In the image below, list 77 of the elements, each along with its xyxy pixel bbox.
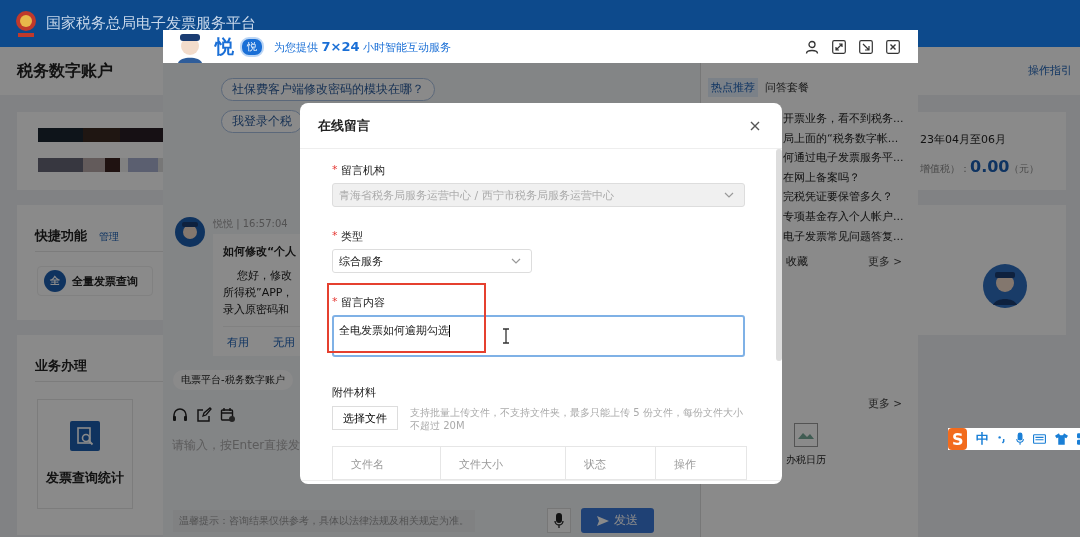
shortcut-button[interactable]: 全 全量发票查询 (37, 266, 153, 296)
tool-label[interactable]: 办税日历 (786, 453, 826, 468)
choose-file-button[interactable]: 选择文件 (332, 406, 398, 430)
panel-tab[interactable]: 热点推荐 (708, 78, 758, 97)
keyboard-icon[interactable] (1032, 433, 1046, 445)
tax-label: 增值税）： (920, 162, 970, 176)
field-label: 留言内容 (340, 295, 385, 310)
required-mark: * (332, 163, 338, 178)
required-mark: * (332, 229, 338, 244)
close-icon[interactable] (886, 39, 900, 54)
user-icon[interactable] (805, 39, 819, 54)
question-link[interactable]: 开票业务，看不到税务... (783, 109, 918, 129)
business-tile[interactable]: 发票查询统计 (37, 399, 133, 509)
question-link[interactable]: 在网上备案吗？ (783, 167, 918, 188)
question-link[interactable]: 完税凭证要保管多久？ (783, 187, 918, 207)
more-link[interactable]: 更多 > (867, 254, 902, 269)
suggestion-chip[interactable]: 社保费客户端修改密码的模块在哪？ (221, 78, 435, 101)
text-cursor-icon (502, 328, 510, 344)
punctuation-icon[interactable] (998, 433, 1007, 445)
panel-tab[interactable]: 问答套餐 (762, 78, 812, 97)
question-link[interactable]: 局上面的“税务数字帐... (783, 128, 918, 149)
shirt-icon[interactable] (1054, 432, 1068, 446)
field-label: 类型 (340, 229, 363, 244)
manage-link[interactable]: 管理 (99, 230, 119, 244)
section-title: 业务办理 (35, 357, 87, 375)
headset-icon[interactable] (172, 407, 188, 423)
microphone-icon[interactable] (1015, 431, 1024, 447)
assistant-avatar-icon[interactable] (982, 263, 1028, 309)
section-title: 快捷功能 (35, 227, 87, 245)
column-header: 状态 (565, 447, 655, 479)
guide-link[interactable]: 操作指引 (1028, 63, 1072, 78)
expand-icon[interactable] (832, 39, 846, 54)
required-mark: * (332, 295, 338, 310)
brand-name: 悦 (215, 33, 234, 59)
platform-title: 国家税务总局电子发票服务平台 (46, 14, 256, 33)
question-link[interactable]: 何通过电子发票服务平... (783, 148, 918, 168)
microphone-icon (554, 512, 564, 529)
chevron-down-icon (511, 258, 521, 264)
period-text: 23年04月至06月 (920, 132, 1007, 147)
field-label: 留言机构 (340, 163, 385, 178)
unit-text: （元） (1009, 162, 1040, 176)
microphone-button[interactable] (547, 508, 571, 533)
close-icon[interactable] (750, 120, 760, 131)
service-tagline: 为您提供 7×24 小时智能互动服务 (274, 38, 452, 55)
brand-badge: 悦 (240, 36, 264, 57)
search-document-icon (70, 421, 100, 451)
field-label: 附件材料 (332, 385, 376, 400)
ime-logo: S (948, 428, 968, 450)
column-header: 文件名 (350, 457, 385, 473)
question-link[interactable]: 电子发票常见问题答复... (783, 226, 918, 247)
upload-hint: 支持批量上传文件，不支持文件夹，最多只能上传 5 份文件，每份文件大小不超过 20M (410, 406, 744, 432)
feedback-link[interactable]: 有用 (223, 335, 249, 350)
edit-icon[interactable] (196, 407, 212, 423)
suggestion-chip[interactable]: 我登录个税 (221, 110, 303, 133)
minimize-icon[interactable] (859, 39, 873, 54)
emblem-icon (14, 9, 38, 38)
send-icon (597, 514, 609, 527)
question-link[interactable]: 专项基金存入个人帐户... (783, 206, 918, 227)
message-text: 录入原密码和 (223, 302, 289, 318)
feedback-link[interactable]: 无用 (269, 335, 295, 350)
chevron-down-icon (724, 192, 734, 198)
more-link[interactable]: 更多 > (867, 397, 902, 412)
avatar-icon (175, 217, 205, 247)
section-title: 收藏 (786, 254, 808, 270)
message-text: 所得税”APP， (223, 285, 294, 301)
context-tag: 电票平台-税务数字账户 (173, 370, 293, 390)
dialog-title: 在线留言 (318, 116, 370, 135)
message-title: 如何修改“个人 (223, 244, 297, 259)
column-header: 文件大小 (440, 447, 565, 479)
ime-mode-toggle[interactable]: 中 (976, 430, 990, 448)
calendar-icon[interactable] (220, 407, 236, 423)
column-header: 操作 (655, 447, 746, 479)
amount-value: 0.00 (970, 157, 1010, 176)
message-text: 您好，修改 (236, 268, 292, 284)
send-button[interactable]: 发送 (581, 508, 654, 533)
select-field[interactable]: 综合服务 (332, 249, 532, 273)
page-title: 税务数字账户 (17, 60, 113, 82)
